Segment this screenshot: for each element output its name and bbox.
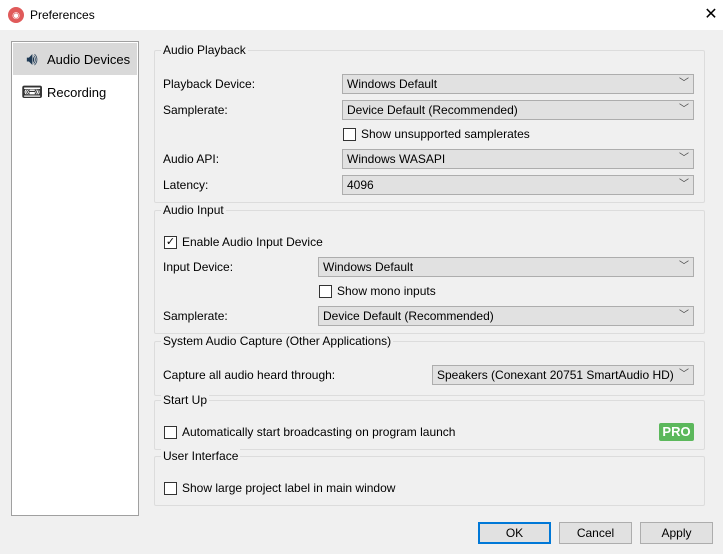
chevron-down-icon: ﹀ xyxy=(679,369,689,380)
group-legend: Audio Playback xyxy=(161,43,248,57)
audio-api-label: Audio API: xyxy=(163,152,220,166)
dropdown-value: Windows Default xyxy=(347,77,438,91)
checkbox-label: Show large project label in main window xyxy=(182,481,396,495)
dropdown-value: Windows WASAPI xyxy=(347,152,446,166)
playback-samplerate-label: Samplerate: xyxy=(163,103,228,117)
show-mono-inputs-checkbox[interactable]: Show mono inputs xyxy=(319,284,436,298)
dropdown-value: Device Default (Recommended) xyxy=(347,103,518,117)
checkbox-label: Enable Audio Input Device xyxy=(182,235,323,249)
chevron-down-icon: ﹀ xyxy=(679,310,689,321)
cancel-button[interactable]: Cancel xyxy=(559,522,632,544)
app-icon: ◉ xyxy=(8,7,24,23)
checkbox-box[interactable] xyxy=(164,425,177,439)
playback-device-label: Playback Device: xyxy=(163,77,256,91)
checkbox-box[interactable]: ✓ xyxy=(164,235,177,249)
chevron-down-icon: ﹀ xyxy=(679,78,689,89)
checkbox-box[interactable] xyxy=(343,127,356,141)
group-legend: User Interface xyxy=(161,449,241,463)
checkbox-label: Show mono inputs xyxy=(337,284,436,298)
dropdown-value: Speakers (Conexant 20751 SmartAudio HD) xyxy=(437,368,674,382)
ok-button[interactable]: OK xyxy=(478,522,551,544)
latency-dropdown[interactable]: 4096 ﹀ xyxy=(342,175,694,195)
dropdown-value: Windows Default xyxy=(323,260,414,274)
capture-device-dropdown[interactable]: Speakers (Conexant 20751 SmartAudio HD) ﹀ xyxy=(432,365,694,385)
chevron-down-icon: ﹀ xyxy=(679,153,689,164)
audio-api-dropdown[interactable]: Windows WASAPI ﹀ xyxy=(342,149,694,169)
dropdown-value: 4096 xyxy=(347,178,374,192)
input-device-label: Input Device: xyxy=(163,260,234,274)
enable-audio-input-checkbox[interactable]: ✓ Enable Audio Input Device xyxy=(164,235,323,249)
sidebar: 🔊︎ Audio Devices 📼︎ Recording xyxy=(11,41,139,516)
chevron-down-icon: ﹀ xyxy=(679,179,689,190)
input-device-dropdown[interactable]: Windows Default ﹀ xyxy=(318,257,694,277)
large-project-label-checkbox[interactable]: Show large project label in main window xyxy=(164,481,395,495)
input-samplerate-label: Samplerate: xyxy=(163,309,228,323)
group-legend: Audio Input xyxy=(161,203,226,217)
playback-samplerate-dropdown[interactable]: Device Default (Recommended) ﹀ xyxy=(342,100,694,120)
checkbox-box[interactable] xyxy=(319,284,332,298)
chevron-down-icon: ﹀ xyxy=(679,104,689,115)
dropdown-value: Device Default (Recommended) xyxy=(323,309,494,323)
checkbox-box[interactable] xyxy=(164,481,177,495)
sidebar-item-label: Recording xyxy=(47,84,107,100)
checkbox-label: Show unsupported samplerates xyxy=(361,127,530,141)
sidebar-item-label: Audio Devices xyxy=(47,51,131,67)
capture-label: Capture all audio heard through: xyxy=(163,368,336,382)
checkbox-label: Automatically start broadcasting on prog… xyxy=(182,425,456,439)
window-title: Preferences xyxy=(30,8,95,22)
pro-badge: PRO xyxy=(659,423,694,441)
chevron-down-icon: ﹀ xyxy=(679,261,689,272)
sidebar-item-audio-devices[interactable]: 🔊︎ Audio Devices xyxy=(13,43,137,75)
sidebar-item-recording[interactable]: 📼︎ Recording xyxy=(13,76,137,108)
group-legend: Start Up xyxy=(161,393,210,407)
playback-device-dropdown[interactable]: Windows Default ﹀ xyxy=(342,74,694,94)
speaker-icon: 🔊︎ xyxy=(26,48,38,69)
latency-label: Latency: xyxy=(163,178,209,192)
auto-start-broadcasting-checkbox[interactable]: Automatically start broadcasting on prog… xyxy=(164,425,455,439)
cassette-icon: 📼︎ xyxy=(20,81,44,102)
close-button[interactable]: ✕ xyxy=(703,4,719,24)
group-legend: System Audio Capture (Other Applications… xyxy=(161,334,394,348)
input-samplerate-dropdown[interactable]: Device Default (Recommended) ﹀ xyxy=(318,306,694,326)
show-unsupported-samplerates-checkbox[interactable]: Show unsupported samplerates xyxy=(343,127,530,141)
apply-button[interactable]: Apply xyxy=(640,522,713,544)
title-bar xyxy=(0,0,723,30)
